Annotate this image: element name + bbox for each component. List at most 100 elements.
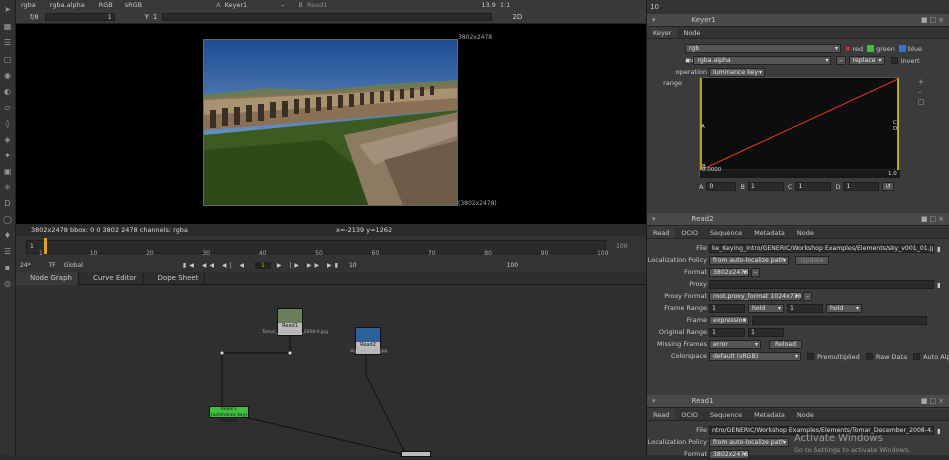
frame-expression-field[interactable] [752, 316, 927, 325]
auto-alpha-checkbox[interactable] [913, 353, 921, 360]
curve-reset-button[interactable]: ↺ [882, 182, 894, 191]
input-dropdown[interactable]: rgb [685, 44, 841, 53]
tab-read[interactable]: Read [647, 227, 676, 238]
deep-icon[interactable]: D [2, 199, 13, 209]
tab-metadata[interactable]: Metadata [748, 227, 791, 238]
proxy-format-edit-button[interactable]: – [803, 292, 813, 301]
tab-dope-sheet[interactable]: Dope Sheet [144, 272, 206, 285]
toolsets-icon[interactable]: ☰ [2, 247, 13, 257]
red-check-icon[interactable]: ✖ [845, 45, 850, 53]
tab-curve-editor[interactable]: Curve Editor [79, 272, 144, 285]
read1-file-browse-icon[interactable]: ▮ [937, 427, 941, 435]
reload-button[interactable]: Reload [769, 340, 803, 349]
alpha-dropdown[interactable]: rgba.alpha [50, 1, 85, 9]
tab-keyer-node[interactable]: Node [677, 27, 706, 38]
file-field[interactable]: ke_Keying_Intro/GENERIC/Workshop Example… [709, 244, 934, 253]
a-field[interactable]: 0 [706, 182, 737, 191]
invert-checkbox[interactable] [890, 57, 898, 64]
image-icon[interactable]: ▦ [2, 22, 13, 32]
zoom-value[interactable]: 13.9 [481, 1, 495, 9]
keyer-title[interactable]: Keyer1 [692, 16, 716, 24]
c-field[interactable]: 1 [795, 182, 832, 191]
tab-keyer[interactable]: Keyer [647, 27, 678, 38]
end-frame[interactable]: 100 [507, 262, 518, 269]
operation-dropdown[interactable]: luminance key [709, 68, 765, 77]
channel-icon[interactable]: ◉ [2, 71, 13, 81]
tf-dropdown[interactable]: TF [49, 262, 56, 269]
input-b-dropdown[interactable]: Read1 [307, 1, 327, 9]
frame-range-end[interactable]: 1 [787, 304, 823, 313]
locpolicy-dropdown[interactable]: from auto-localize path [709, 256, 789, 265]
tab-ocio[interactable]: OCIO [675, 227, 704, 238]
viewer-node[interactable] [401, 451, 431, 457]
read2-title[interactable]: Read2 [692, 215, 714, 223]
frame-mode-dropdown[interactable]: expression [709, 316, 749, 325]
merge-icon[interactable]: ◈ [2, 135, 13, 145]
input-a-dropdown[interactable]: Keyer1 [225, 1, 248, 9]
rgb-dropdown[interactable]: RGB [99, 1, 113, 9]
proxy-browse-icon[interactable]: ▮ [937, 281, 941, 289]
color-icon[interactable]: ◐ [2, 87, 13, 97]
panel-window-controls[interactable]: ■□× [921, 16, 946, 24]
channels-dropdown[interactable]: rgba [21, 1, 36, 9]
panel-count[interactable]: 10 [650, 3, 659, 11]
scope-dropdown[interactable]: Global [64, 262, 83, 269]
range-curve[interactable]: A B C D 0.0000 1.0 [699, 77, 900, 178]
timeline[interactable]: 1 100 1 10 20 30 40 50 60 70 80 90 100 24* TF Glob… [16, 236, 646, 272]
tab-read1-metadata[interactable]: Metadata [748, 409, 791, 420]
frame-range-start[interactable]: 1 [709, 304, 745, 313]
fps-dropdown[interactable]: 24* [20, 262, 31, 269]
transform-icon[interactable]: ✦ [2, 151, 13, 161]
format-edit-button[interactable]: – [751, 268, 761, 277]
keyer-icon[interactable]: ◊ [2, 119, 13, 129]
raw-data-checkbox[interactable] [865, 353, 873, 360]
pointer-icon[interactable]: ➤ [2, 5, 13, 15]
read1-window-controls[interactable]: ■□× [921, 397, 946, 405]
read1-title[interactable]: Read1 [692, 397, 714, 405]
viewer[interactable]: 3802x2478 (3802x2478) [16, 24, 646, 224]
node-graph[interactable]: Read1 Tomar_December_2008-4.jpg Read2 sk… [16, 285, 646, 457]
update-button[interactable]: Update [795, 256, 830, 265]
green-check-icon[interactable] [867, 45, 875, 52]
curve-side-buttons[interactable]: + – ▢ [918, 77, 925, 107]
filter-icon[interactable]: ▱ [2, 103, 13, 113]
file-browse-icon[interactable]: ▮ [937, 245, 941, 253]
y-value[interactable]: 1 [153, 13, 157, 21]
b-field[interactable]: 1 [747, 182, 784, 191]
colorspace-dropdown[interactable]: default (sRGB) [709, 352, 801, 361]
particles-icon[interactable]: ✳ [2, 183, 13, 193]
tab-read1-ocio[interactable]: OCIO [675, 409, 704, 420]
transport-buttons[interactable]: ▮◀ ◀◀ ◀| ◀ [183, 262, 247, 269]
lut-dropdown[interactable]: sRGB [125, 1, 142, 9]
views-icon[interactable]: ◯ [2, 215, 13, 225]
replace-dropdown[interactable]: replace [848, 56, 885, 65]
gamma-slider[interactable] [162, 12, 493, 21]
tab-node-graph[interactable]: Node Graph [16, 272, 79, 285]
view-mode-dropdown[interactable]: 2D [512, 13, 522, 21]
plugins-icon[interactable]: ◎ [2, 279, 13, 289]
step-value[interactable]: 10 [349, 262, 357, 269]
output-minus-button[interactable]: – [836, 56, 846, 65]
format-dropdown[interactable]: 3802x2478 [709, 268, 749, 277]
tab-read1-node[interactable]: Node [791, 409, 820, 420]
missing-frames-dropdown[interactable]: error [709, 340, 761, 349]
metadata-icon[interactable]: ♦ [2, 231, 13, 241]
frame-range-start-mode[interactable]: hold [748, 304, 784, 313]
other-icon[interactable]: ▪ [2, 263, 13, 273]
proxy-field[interactable] [709, 280, 934, 289]
output-check-icon[interactable]: ✖ [685, 57, 690, 65]
read1-locpolicy-dropdown[interactable]: from auto-localize path [709, 438, 789, 447]
draw-icon[interactable]: ☰ [2, 38, 13, 48]
read2-collapse-icon[interactable]: ▾ [652, 215, 656, 223]
tab-sequence[interactable]: Sequence [704, 227, 748, 238]
transport-buttons-forward[interactable]: ▶ |▶ ▶▶ ▶▮ [277, 262, 341, 269]
tab-node[interactable]: Node [791, 227, 820, 238]
gain-field[interactable]: 1 [44, 12, 115, 21]
tab-read1-read[interactable]: Read [647, 409, 676, 420]
output-dropdown[interactable]: rgba.alpha [693, 56, 832, 65]
d-field[interactable]: 1 [843, 182, 880, 191]
current-frame[interactable]: 1 [255, 261, 271, 269]
fstop-value[interactable]: f/8 [30, 13, 39, 21]
premultiplied-checkbox[interactable] [807, 353, 814, 360]
original-range-end[interactable]: 1 [748, 328, 784, 337]
